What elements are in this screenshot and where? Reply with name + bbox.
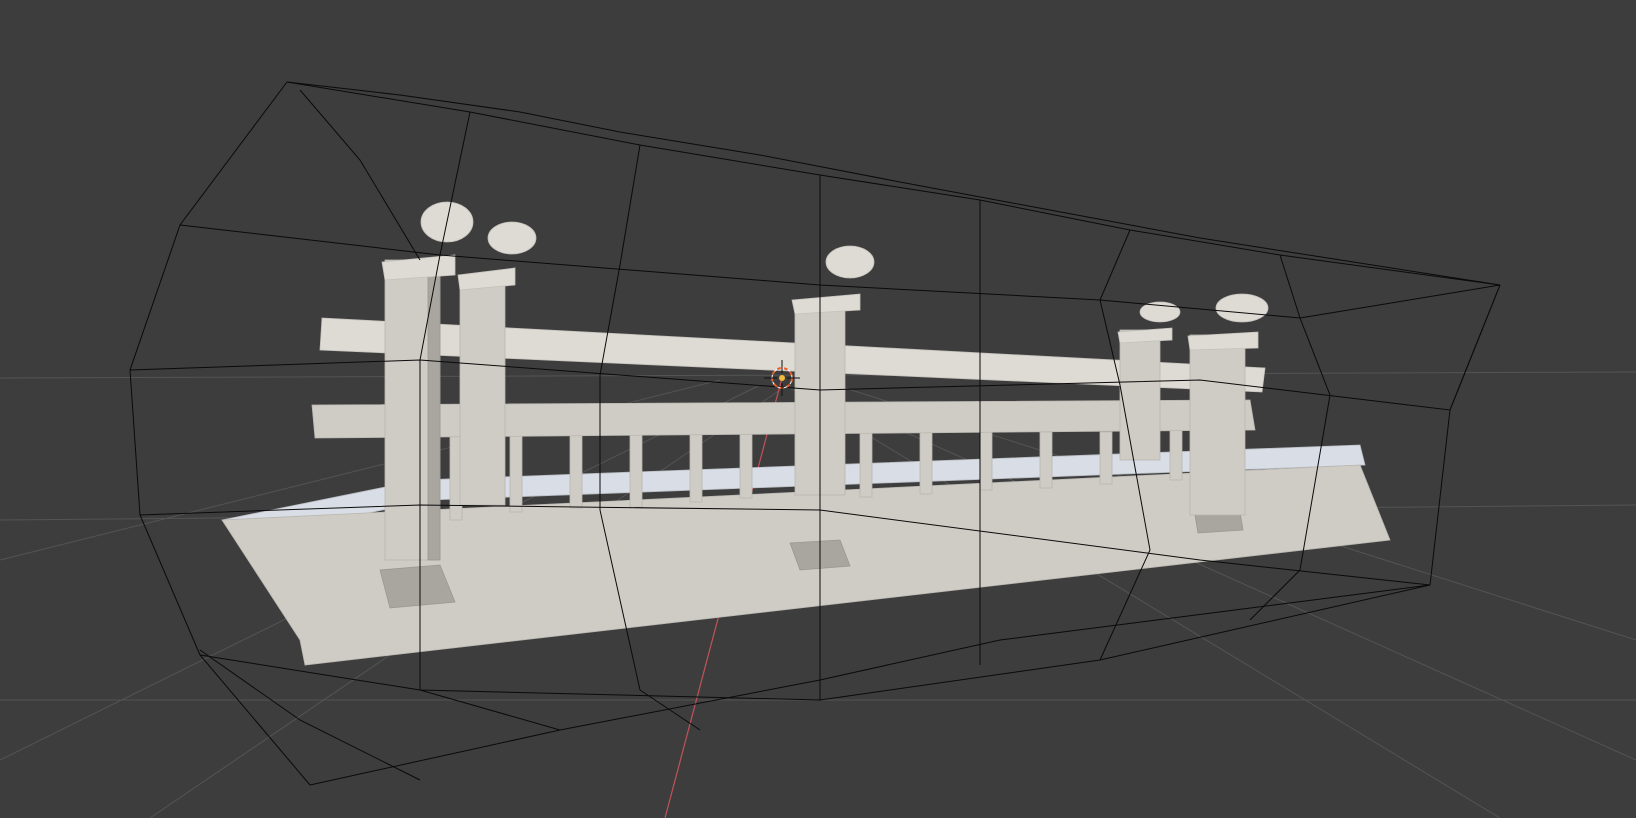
railing-model[interactable] [221,201,1391,666]
3d-viewport[interactable] [0,0,1636,818]
lower-rail [311,399,1256,439]
